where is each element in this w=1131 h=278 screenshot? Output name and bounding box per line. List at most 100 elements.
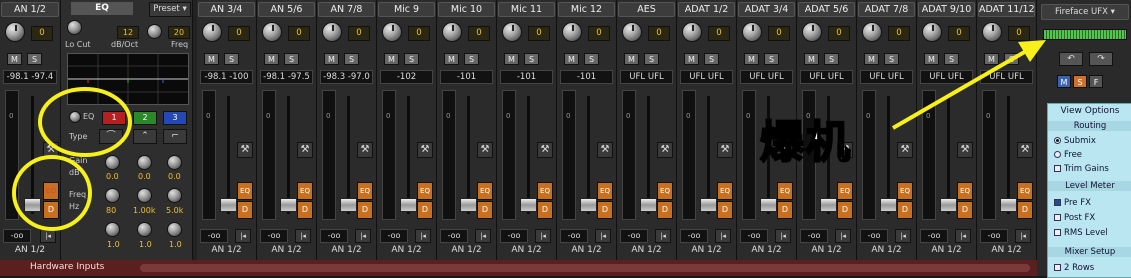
stereo-width-button[interactable]: |◂	[475, 229, 491, 243]
dynamics-button[interactable]: D	[897, 201, 913, 219]
volume-value[interactable]: -oo	[740, 229, 768, 243]
output-assignment[interactable]: AN 1/2	[557, 245, 616, 255]
stereo-width-button[interactable]: |◂	[40, 229, 56, 243]
two-rows-option[interactable]: 2 Rows	[1054, 263, 1094, 273]
volume-value[interactable]: -oo	[980, 229, 1008, 243]
gain-knob[interactable]	[442, 22, 462, 42]
stereo-width-button[interactable]: |◂	[295, 229, 311, 243]
solo-button[interactable]: S	[1004, 53, 1019, 65]
band-3-q-knob[interactable]	[167, 222, 182, 237]
band-3-q-value[interactable]: 1.0	[169, 240, 182, 249]
output-assignment[interactable]: AN 1/2	[797, 245, 856, 255]
mute-button[interactable]: M	[684, 53, 699, 65]
band-1-freq-value[interactable]: 80	[106, 206, 116, 215]
output-assignment[interactable]: AN 1/2	[377, 245, 436, 255]
dynamics-button[interactable]: D	[657, 201, 673, 219]
dynamics-button[interactable]: D	[597, 201, 613, 219]
channel-name[interactable]: ADAT 7/8	[858, 2, 915, 17]
gain-value[interactable]: 0	[408, 26, 430, 41]
band-3-gain-knob[interactable]	[167, 155, 182, 170]
solo-button[interactable]: S	[284, 53, 299, 65]
volume-value[interactable]: -oo	[680, 229, 708, 243]
gain-knob[interactable]	[5, 22, 25, 42]
band-2-freq-value[interactable]: 1.00k	[133, 206, 155, 215]
settings-wrench-icon[interactable]: ⚒	[477, 142, 493, 158]
output-assignment[interactable]: AN 1/2	[617, 245, 676, 255]
routing-submix-option[interactable]: Submix	[1054, 136, 1096, 146]
band-1-freq-knob[interactable]	[105, 188, 120, 203]
stereo-width-button[interactable]: |◂	[235, 229, 251, 243]
dynamics-button[interactable]: D	[237, 201, 253, 219]
eq-button[interactable]: EQ	[357, 182, 373, 200]
dynamics-button[interactable]: D	[777, 201, 793, 219]
solo-button[interactable]: S	[344, 53, 359, 65]
mute-button[interactable]: M	[624, 53, 639, 65]
mute-mode-button[interactable]: M	[1057, 75, 1071, 88]
volume-fader[interactable]	[460, 198, 477, 212]
band-1-q-value[interactable]: 1.0	[107, 240, 120, 249]
output-assignment[interactable]: AN 1/2	[857, 245, 916, 255]
output-assignment[interactable]: AN 1/2	[677, 245, 736, 255]
dynamics-button[interactable]: D	[297, 201, 313, 219]
volume-value[interactable]: -oo	[500, 229, 528, 243]
stereo-width-button[interactable]: |◂	[655, 229, 671, 243]
mute-button[interactable]: M	[384, 53, 399, 65]
mute-button[interactable]: M	[984, 53, 999, 65]
dynamics-button[interactable]: D	[417, 201, 433, 219]
eq-button[interactable]: EQ	[717, 182, 733, 200]
redo-icon[interactable]: ↷	[1089, 52, 1113, 66]
stereo-width-button[interactable]: |◂	[895, 229, 911, 243]
volume-fader[interactable]	[280, 198, 297, 212]
solo-button[interactable]: S	[944, 53, 959, 65]
band-2-q-value[interactable]: 1.0	[139, 240, 152, 249]
eq-button[interactable]: EQ	[957, 182, 973, 200]
trim-gains-option[interactable]: Trim Gains	[1054, 164, 1109, 174]
post-fx-option[interactable]: Post FX	[1054, 213, 1095, 223]
volume-fader[interactable]	[700, 198, 717, 212]
solo-button[interactable]: S	[584, 53, 599, 65]
mute-button[interactable]: M	[564, 53, 579, 65]
band-1-shape-button[interactable]: ⌒	[99, 129, 123, 144]
gain-knob[interactable]	[382, 22, 402, 42]
dynamics-button[interactable]: D	[1017, 201, 1033, 219]
gain-knob[interactable]	[562, 22, 582, 42]
volume-fader[interactable]	[1000, 198, 1017, 212]
stereo-width-button[interactable]: |◂	[535, 229, 551, 243]
eq-button[interactable]: EQ	[657, 182, 673, 200]
settings-wrench-icon[interactable]: ⚒	[357, 142, 373, 158]
settings-wrench-icon[interactable]: ⚒	[417, 142, 433, 158]
mute-button[interactable]: M	[744, 53, 759, 65]
solo-button[interactable]: S	[824, 53, 839, 65]
band-3-freq-knob[interactable]	[167, 188, 182, 203]
stereo-width-button[interactable]: |◂	[835, 229, 851, 243]
routing-free-option[interactable]: Free	[1054, 150, 1082, 160]
undo-icon[interactable]: ↶	[1059, 52, 1083, 66]
fader-mode-button[interactable]: F	[1089, 75, 1103, 88]
eq-enable-led[interactable]	[69, 111, 81, 123]
dynamics-button[interactable]: D	[717, 201, 733, 219]
gain-knob[interactable]	[202, 22, 222, 42]
device-selector[interactable]: Fireface UFX ▾	[1041, 4, 1129, 20]
volume-fader[interactable]	[640, 198, 657, 212]
settings-wrench-icon[interactable]: ⚒	[237, 142, 253, 158]
band-2-button[interactable]: 2	[133, 111, 157, 125]
mute-button[interactable]: M	[924, 53, 939, 65]
eq-button[interactable]: EQ	[777, 182, 793, 200]
settings-wrench-icon[interactable]: ⚒	[717, 142, 733, 158]
mute-button[interactable]: M	[804, 53, 819, 65]
volume-value[interactable]: -oo	[200, 229, 228, 243]
volume-fader[interactable]	[580, 198, 597, 212]
stereo-width-button[interactable]: |◂	[415, 229, 431, 243]
horizontal-scrollbar[interactable]	[140, 264, 1030, 272]
gain-value[interactable]: 0	[708, 26, 730, 41]
band-2-q-knob[interactable]	[137, 222, 152, 237]
band-2-gain-value[interactable]: 0.0	[138, 172, 151, 181]
dynamics-button[interactable]: D	[957, 201, 973, 219]
output-assignment[interactable]: AN 1/2	[317, 245, 376, 255]
volume-fader[interactable]	[820, 198, 837, 212]
volume-fader[interactable]	[220, 198, 237, 212]
solo-mode-button[interactable]: S	[1073, 75, 1087, 88]
gain-knob[interactable]	[682, 22, 702, 42]
mute-button[interactable]: M	[204, 53, 219, 65]
band-3-shape-button[interactable]: ⌐	[163, 129, 187, 144]
